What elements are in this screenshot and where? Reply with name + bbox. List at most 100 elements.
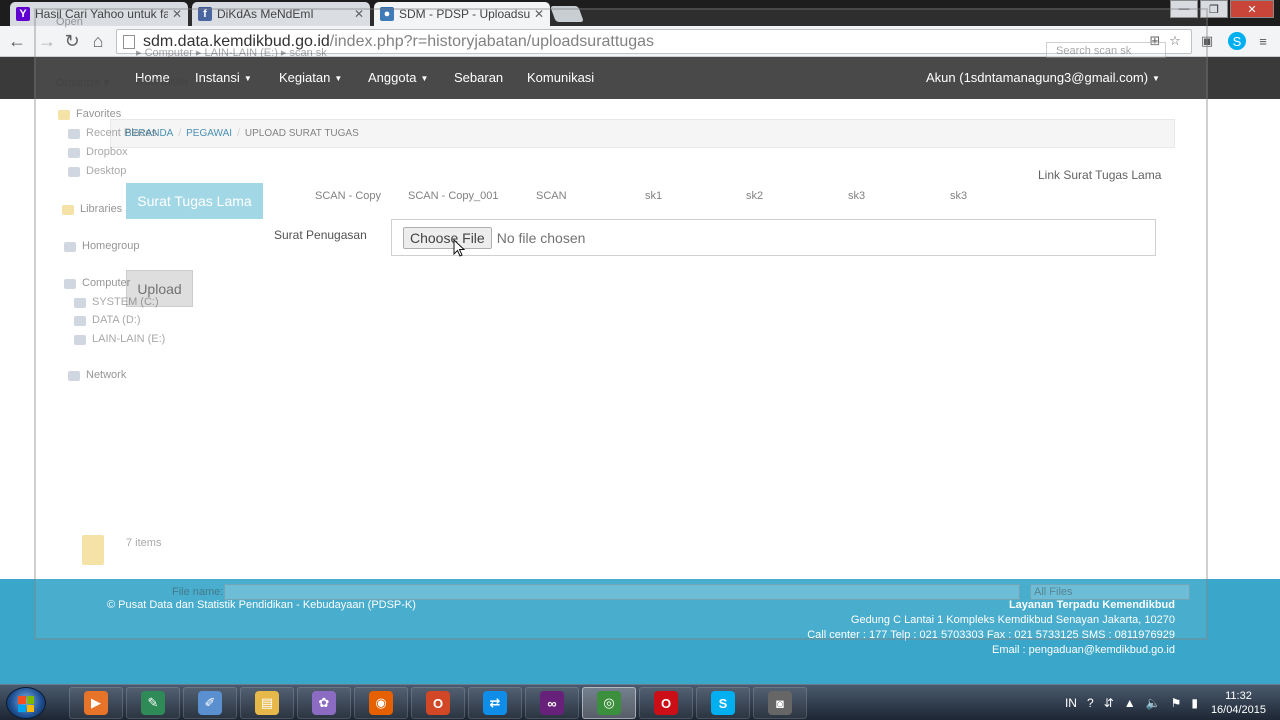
breadcrumb-beranda[interactable]: BERANDA (125, 128, 173, 139)
taskbar-app-button[interactable]: O (411, 687, 465, 719)
account-label: Akun (1sdntamanagung3@gmail.com) (926, 70, 1149, 85)
upload-button[interactable]: Upload (126, 270, 193, 307)
network-icon (68, 371, 80, 381)
address-bar[interactable]: sdm.data.kemdikbud.go.id/index.php?r=his… (116, 29, 1192, 54)
bookmark-star-icon[interactable]: ☆ (1166, 32, 1184, 50)
skype-icon: S (711, 691, 735, 715)
link-surat-tugas-lama[interactable]: Link Surat Tugas Lama (1038, 168, 1161, 182)
dialog-network: Network (86, 369, 127, 381)
back-arrow-icon[interactable]: ← (6, 30, 28, 52)
no-file-status: No file chosen (496, 229, 586, 246)
taskbar-app-button[interactable]: O (639, 687, 693, 719)
window-controls: — ❐ ✕ (1168, 0, 1274, 18)
taskbar-app-button[interactable]: ◙ (753, 687, 807, 719)
close-tab-icon[interactable]: ✕ (354, 7, 364, 21)
dropbox-icon (68, 148, 80, 158)
nav-home[interactable]: Home (135, 70, 170, 85)
tab-sdm-pdsp[interactable]: ● SDM - PDSP - Uploadsura ✕ (374, 2, 550, 26)
translate-icon[interactable]: ⊞ (1146, 32, 1164, 50)
close-tab-icon[interactable]: ✕ (172, 7, 182, 21)
home-icon[interactable]: ⌂ (87, 30, 109, 52)
new-tab-button[interactable] (550, 6, 584, 22)
start-button[interactable] (6, 687, 46, 719)
tab-yahoo[interactable]: Y Hasil Cari Yahoo untuk fa: ✕ (10, 2, 188, 26)
taskbar-app-button[interactable]: ◎ (582, 687, 636, 719)
footer-address: Gedung C Lantai 1 Kompleks Kemdikbud Sen… (850, 614, 1175, 626)
tab-label: SDM - PDSP - Uploadsura (399, 7, 530, 21)
caret-down-icon: ▼ (334, 74, 343, 84)
firefox-icon: ◉ (369, 691, 393, 715)
taskbar-app-button[interactable]: ▶ (69, 687, 123, 719)
chrome-icon: ◎ (597, 691, 621, 715)
file-link[interactable]: sk1 (645, 190, 662, 202)
file-link[interactable]: sk2 (746, 190, 763, 202)
show-hidden-icons-icon[interactable]: ▲ (1124, 696, 1136, 710)
media-player-icon: ▶ (84, 691, 108, 715)
tab-label: DiKdAs MeNdEmI (217, 7, 314, 21)
desktop-icon (68, 167, 80, 177)
close-window-icon[interactable]: ✕ (1230, 0, 1274, 18)
mouse-cursor-icon (453, 239, 465, 257)
open-file-dialog-ghost: Open ▸ Computer ▸ LAIN-LAIN (E:) ▸ scan … (34, 8, 1208, 640)
taskbar-app-button[interactable]: ⇄ (468, 687, 522, 719)
extension-icon[interactable]: ▣ (1198, 32, 1216, 50)
taskbar-app-button[interactable]: ▤ (240, 687, 294, 719)
surat-penugasan-label: Surat Penugasan (274, 228, 367, 242)
file-link[interactable]: SCAN - Copy (315, 190, 381, 202)
maximize-icon[interactable]: ❐ (1200, 0, 1228, 18)
star-icon (58, 110, 70, 120)
windows-taskbar: ▶ ✎ ✐ ▤ ✿ ◉ O ⇄ ∞ ◎ O S ◙ IN ? ⇵ ▲ 🔈 ⚑ ▮ 11:32 16/04… (0, 684, 1280, 720)
homegroup-icon (64, 242, 76, 252)
network-status-icon[interactable]: ⇵ (1104, 696, 1114, 710)
folder-icon (82, 535, 104, 565)
taskbar-app-button[interactable]: ✎ (126, 687, 180, 719)
choose-file-button[interactable]: Choose File (403, 226, 492, 249)
browser-toolbar: ← → ↻ ⌂ sdm.data.kemdikbud.go.id/index.p… (0, 26, 1280, 57)
breadcrumb-current: UPLOAD SURAT TUGAS (244, 128, 359, 139)
volume-icon[interactable]: 🔈 (1146, 696, 1161, 710)
taskbar-app-button[interactable]: ◉ (354, 687, 408, 719)
clock[interactable]: 11:32 16/04/2015 (1211, 689, 1266, 717)
nav-instansi[interactable]: Instansi ▼ (195, 70, 252, 85)
paint-icon: ✿ (312, 691, 336, 715)
language-indicator[interactable]: IN (1065, 696, 1077, 710)
file-link[interactable]: SCAN - Copy_001 (408, 190, 499, 202)
taskbar-app-button[interactable]: S (696, 687, 750, 719)
file-link[interactable]: SCAN (536, 190, 567, 202)
tab-facebook[interactable]: f DiKdAs MeNdEmI ✕ (192, 2, 370, 26)
nav-kegiatan[interactable]: Kegiatan ▼ (279, 70, 342, 85)
nav-account[interactable]: Akun (1sdntamanagung3@gmail.com) ▼ (926, 70, 1160, 85)
nav-label: Instansi (195, 70, 240, 85)
taskbar-app-button[interactable]: ∞ (525, 687, 579, 719)
file-link[interactable]: sk3 (848, 190, 865, 202)
signal-icon[interactable]: ▮ (1191, 696, 1198, 710)
folder-icon: ▤ (255, 691, 279, 715)
notepad-icon: ✐ (198, 691, 222, 715)
reload-icon[interactable]: ↻ (61, 30, 83, 52)
help-icon[interactable]: ? (1087, 696, 1094, 710)
taskbar-app-button[interactable]: ✿ (297, 687, 351, 719)
minimize-icon[interactable]: — (1170, 0, 1198, 18)
file-link[interactable]: sk3 (950, 190, 967, 202)
nav-anggota[interactable]: Anggota ▼ (368, 70, 428, 85)
menu-icon[interactable]: ≡ (1254, 32, 1272, 50)
teamviewer-icon: ⇄ (483, 691, 507, 715)
forward-arrow-icon[interactable]: → (36, 30, 58, 52)
close-tab-icon[interactable]: ✕ (534, 7, 544, 21)
dialog-item-count: 7 items (126, 537, 162, 549)
action-center-icon[interactable]: ⚑ (1171, 696, 1182, 710)
opera-icon: O (654, 691, 678, 715)
skype-extension-icon[interactable]: S (1228, 32, 1246, 50)
nav-sebaran[interactable]: Sebaran (454, 70, 503, 85)
taskbar-app-button[interactable]: ✐ (183, 687, 237, 719)
visualstudio-icon: ∞ (540, 691, 564, 715)
coreldraw-icon: ✎ (141, 691, 165, 715)
caret-down-icon: ▼ (420, 74, 429, 84)
nav-komunikasi[interactable]: Komunikasi (527, 70, 594, 85)
breadcrumb-pegawai[interactable]: PEGAWAI (186, 128, 232, 139)
clock-time: 11:32 (1225, 690, 1252, 702)
libraries-icon (62, 205, 74, 215)
file-input-field[interactable]: Choose File No file chosen (391, 219, 1156, 256)
dialog-desktop: Desktop (86, 165, 127, 177)
surat-tugas-lama-button[interactable]: Surat Tugas Lama (126, 183, 263, 219)
